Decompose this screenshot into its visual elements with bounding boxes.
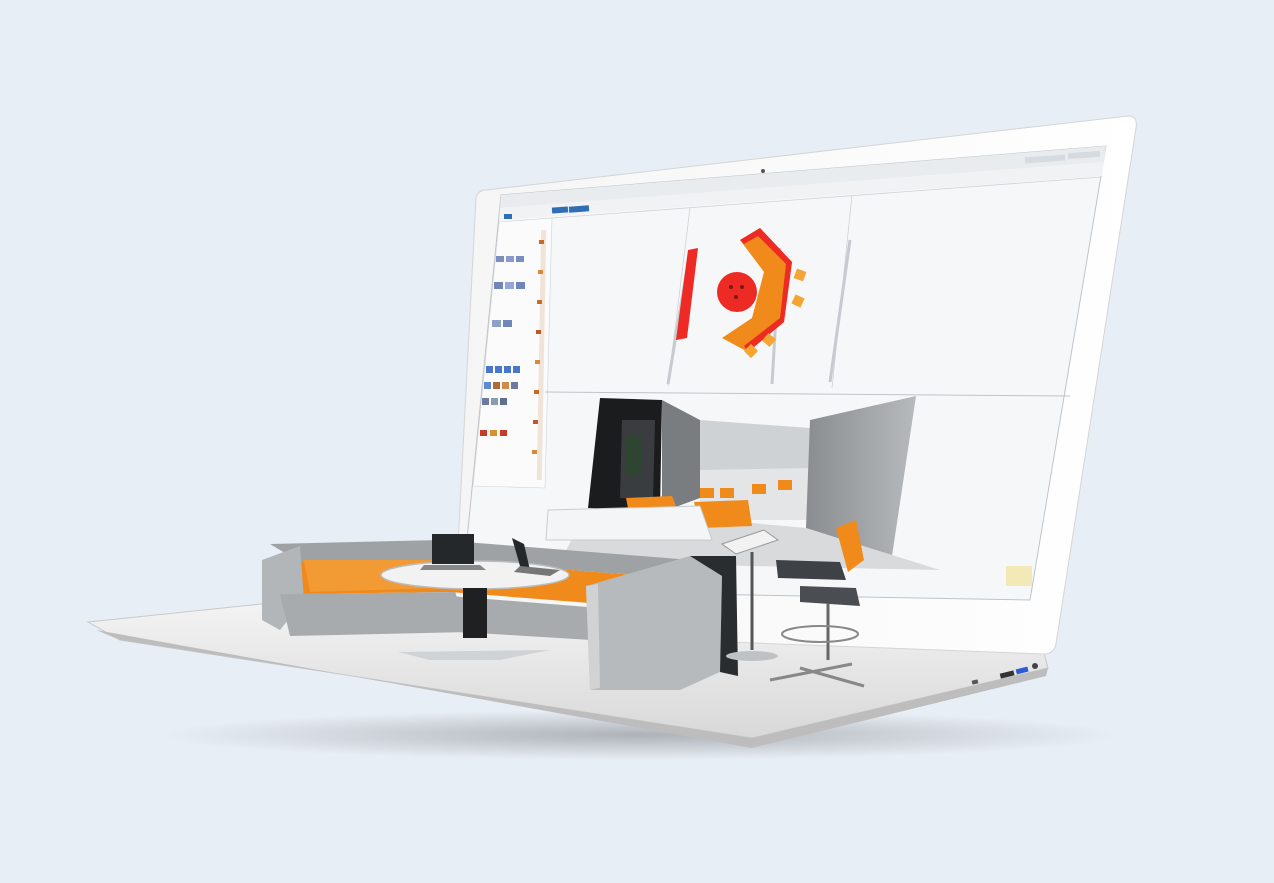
ribbon-tab-home[interactable]: [551, 206, 569, 214]
webcam-icon: [761, 169, 765, 173]
scene: [86, 115, 1137, 760]
headphone-jack-icon: [1032, 663, 1038, 669]
round-table[interactable]: [717, 272, 757, 312]
